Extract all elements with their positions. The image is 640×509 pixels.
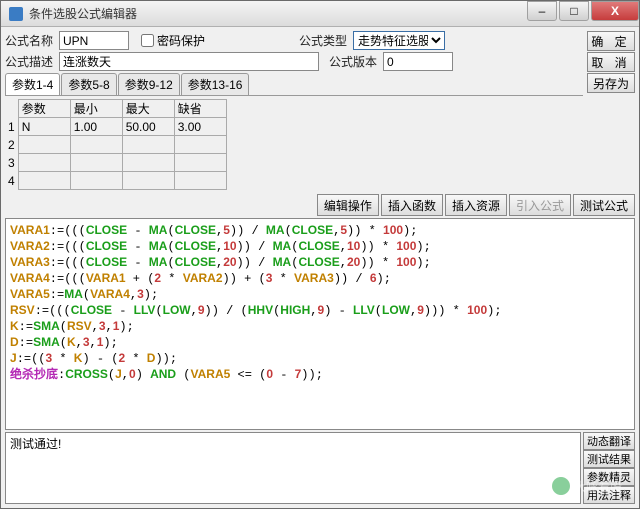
content-area: 公式名称 密码保护 公式类型 走势特征选股 公式描述 公式版本 参数1-4 参数… [1, 27, 639, 508]
param-table: 参数最小最大缺省 1234 [5, 99, 227, 190]
param-cell[interactable] [178, 154, 223, 171]
param-cell[interactable] [178, 172, 223, 189]
password-checkbox[interactable]: 密码保护 [141, 32, 205, 49]
param-cell[interactable] [22, 136, 67, 153]
tab-params-5-8[interactable]: 参数5-8 [61, 73, 116, 95]
saveas-button[interactable]: 另存为 [587, 73, 635, 93]
param-cell[interactable] [22, 172, 67, 189]
label-desc: 公式描述 [5, 53, 55, 70]
table-row: 4 [5, 172, 226, 190]
param-tabs: 参数1-4 参数5-8 参数9-12 参数13-16 [5, 73, 583, 96]
label-ver: 公式版本 [329, 53, 379, 70]
code-editor[interactable]: VARA1:=(((CLOSE - MA(CLOSE,5)) / MA(CLOS… [5, 218, 635, 430]
window-title: 条件选股公式编辑器 [29, 5, 525, 22]
table-row: 1 [5, 118, 226, 136]
formula-type-select[interactable]: 走势特征选股 [353, 31, 445, 50]
import-formula-button[interactable]: 引入公式 [509, 194, 571, 216]
close-button[interactable]: X [591, 1, 639, 21]
formula-desc-input[interactable] [59, 52, 319, 71]
status-message: 测试通过! [5, 432, 581, 504]
tab-params-13-16[interactable]: 参数13-16 [181, 73, 250, 95]
maximize-button[interactable]: □ [559, 1, 589, 21]
param-cell[interactable] [22, 154, 67, 171]
usage-notes-button[interactable]: 用法注释 [583, 486, 635, 504]
insert-res-button[interactable]: 插入资源 [445, 194, 507, 216]
editor-window: 条件选股公式编辑器 – □ X 公式名称 密码保护 公式类型 走势特征选股 公式… [0, 0, 640, 509]
param-cell[interactable] [22, 118, 67, 135]
param-cell[interactable] [178, 118, 223, 135]
param-cell[interactable] [74, 172, 119, 189]
label-type: 公式类型 [299, 32, 349, 49]
table-row: 2 [5, 136, 226, 154]
param-cell[interactable] [74, 118, 119, 135]
param-cell[interactable] [126, 172, 171, 189]
table-row: 3 [5, 154, 226, 172]
param-cell[interactable] [126, 154, 171, 171]
ok-button[interactable]: 确 定 [587, 31, 635, 51]
param-cell[interactable] [126, 118, 171, 135]
param-cell[interactable] [74, 136, 119, 153]
tab-params-1-4[interactable]: 参数1-4 [5, 73, 60, 95]
param-wizard-button[interactable]: 参数精灵 [583, 468, 635, 486]
minimize-button[interactable]: – [527, 1, 557, 21]
param-cell[interactable] [126, 136, 171, 153]
param-cell[interactable] [74, 154, 119, 171]
edit-ops-button[interactable]: 编辑操作 [317, 194, 379, 216]
label-name: 公式名称 [5, 32, 55, 49]
dynamic-translate-button[interactable]: 动态翻译 [583, 432, 635, 450]
cancel-button[interactable]: 取 消 [587, 52, 635, 72]
app-icon [9, 7, 23, 21]
tab-params-9-12[interactable]: 参数9-12 [118, 73, 180, 95]
formula-name-input[interactable] [59, 31, 129, 50]
insert-func-button[interactable]: 插入函数 [381, 194, 443, 216]
code-toolbar: 编辑操作 插入函数 插入资源 引入公式 测试公式 [5, 194, 635, 216]
titlebar[interactable]: 条件选股公式编辑器 – □ X [1, 1, 639, 27]
param-cell[interactable] [178, 136, 223, 153]
formula-ver-input[interactable] [383, 52, 453, 71]
test-result-button[interactable]: 测试结果 [583, 450, 635, 468]
test-formula-button[interactable]: 测试公式 [573, 194, 635, 216]
